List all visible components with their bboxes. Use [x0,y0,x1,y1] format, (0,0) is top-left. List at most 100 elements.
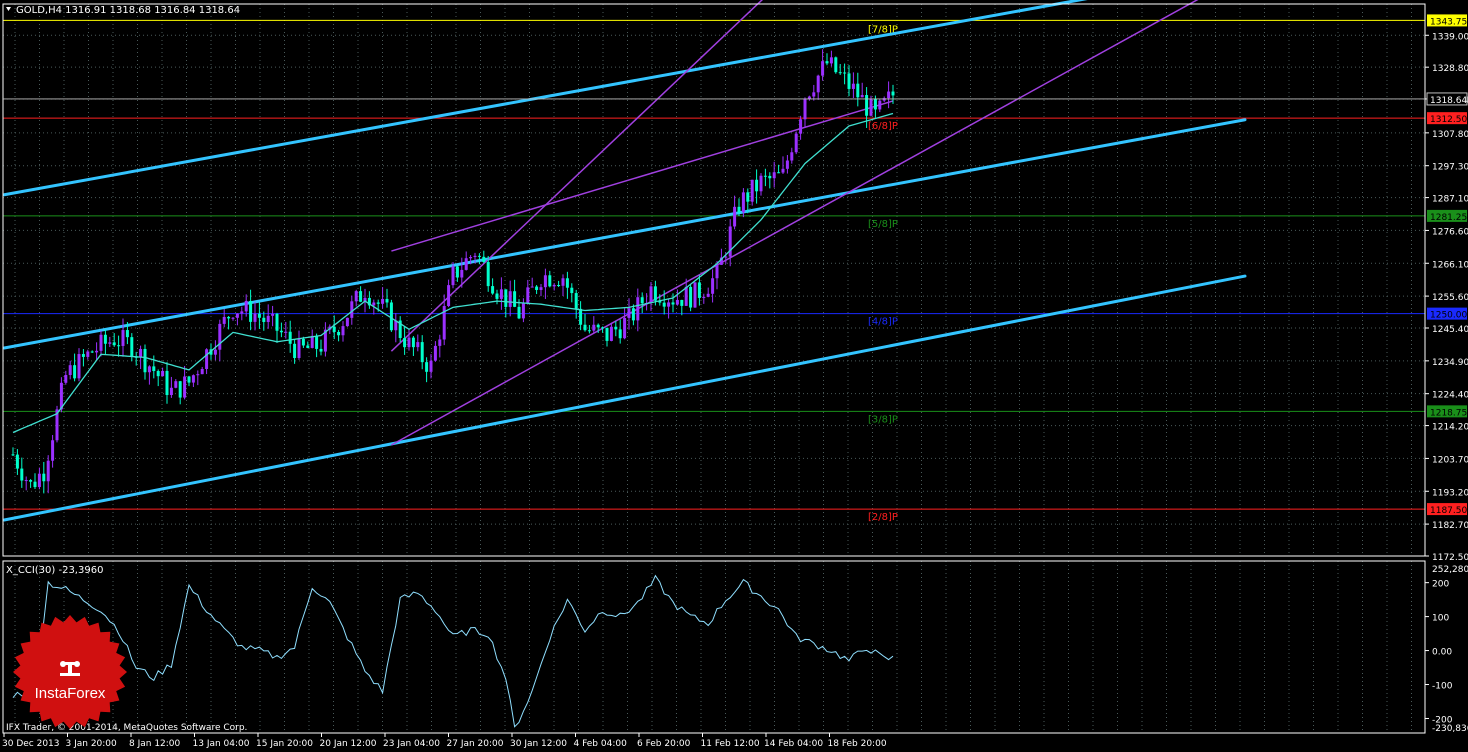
candle-body [376,302,380,304]
candle-body [156,371,160,377]
candle-body [535,286,539,290]
candle-body [680,299,684,306]
candle-body [420,342,424,363]
chart-window[interactable]: [7/8]P[6/8]P[5/8]P[4/8]P[3/8]P[2/8]P 133… [0,0,1468,752]
chart-header: GOLD,H4 1316.91 1318.68 1316.84 1318.64 [16,5,240,16]
candle-body [869,99,873,116]
indicator-pane-border [2,560,1426,734]
candle-body [596,324,600,328]
time-label: 8 Jan 12:00 [129,739,181,749]
candle-body [548,275,552,287]
candle-body [662,302,666,307]
trend-lines[interactable] [2,0,1247,522]
candle-body [64,374,68,383]
candle-body [117,345,121,347]
candle-body [614,326,618,330]
candle-body [407,337,411,348]
candle-body [253,313,257,322]
candle-body [618,329,622,339]
time-label: 14 Feb 04:00 [764,739,823,749]
candle-body [319,348,323,352]
candle-body [772,172,776,179]
candle-body [803,98,807,120]
candle-body [768,175,772,179]
price-tick-label: 1266.10 [1432,260,1468,270]
price-tick-label: 1287.10 [1432,195,1468,205]
candle-body [451,266,455,286]
candle-body [777,172,781,174]
candle-body [341,326,345,336]
candle-body [755,179,759,192]
candle-body [447,285,451,307]
grid [3,4,1425,733]
candle-body [183,376,187,398]
candle-body [169,387,173,395]
candle-body [108,342,112,344]
candle-body [262,317,266,322]
candle-body [583,324,587,331]
candle-body [385,298,389,303]
candle-body [873,99,877,110]
candle-body [161,370,165,377]
candle-body [856,83,860,98]
indicator-tick-label: -100 [1432,682,1453,692]
candle-body [266,315,270,322]
candle-body [746,192,750,202]
time-label: 13 Jan 04:00 [193,739,250,749]
candle-body [499,289,503,299]
candle-body [812,92,816,97]
candle-body [825,61,829,64]
murrey-price-tag-label: 1187.50 [1430,506,1467,516]
candle-body [301,338,305,346]
cci-indicator [12,574,894,728]
candle-body [143,348,147,373]
candle-body [90,351,94,353]
candle-body [284,331,288,333]
candle-body [130,337,134,357]
cci-line [12,574,894,728]
candle-body [103,334,107,344]
candle-body [504,289,508,307]
candle-body [671,302,675,305]
candle-body [508,291,512,307]
chevron-down-icon[interactable] [6,7,11,11]
candle-body [851,83,855,89]
candle-body [381,298,385,304]
candle-body [750,179,754,202]
candle-body [99,334,103,351]
candle-body [667,302,671,307]
time-label: 23 Jan 04:00 [383,739,440,749]
candle-body [240,311,244,314]
price-tick-label: 1193.20 [1432,488,1468,498]
chart-frame [2,3,1426,734]
candle-body [42,473,46,482]
candle-body [359,291,363,302]
murrey-label: [4/8]P [868,317,898,328]
candle-body [345,317,349,327]
murrey-price-tag-label: 1312.50 [1430,115,1467,125]
candle-body [557,285,561,287]
price-tick-label: 1255.60 [1432,293,1468,303]
candle-body [165,370,169,395]
candle-body [332,326,336,332]
candle-body [491,286,495,294]
candle-body [891,91,895,96]
candle-body [15,454,19,469]
time-axis[interactable]: 30 Dec 2013 3 Jan 20:00 8 Jan 12:00 13 Jan … [2,733,887,749]
time-label: 18 Feb 20:00 [828,739,887,749]
candle-body [702,296,706,298]
candle-body [521,302,525,319]
candle-body [609,326,613,341]
candle-body [187,376,191,383]
candle-body [887,91,891,99]
candle-body [271,313,275,316]
candle-body [697,282,701,298]
time-label: 4 Feb 04:00 [574,739,628,749]
candle-body [81,354,85,357]
time-label: 6 Feb 20:00 [637,739,691,749]
murrey-lines: [7/8]P[6/8]P[5/8]P[4/8]P[3/8]P[2/8]P [3,19,1425,523]
candle-body [482,256,486,263]
candle-body [196,374,200,376]
candle-body [416,342,420,348]
candle-body [24,480,28,482]
